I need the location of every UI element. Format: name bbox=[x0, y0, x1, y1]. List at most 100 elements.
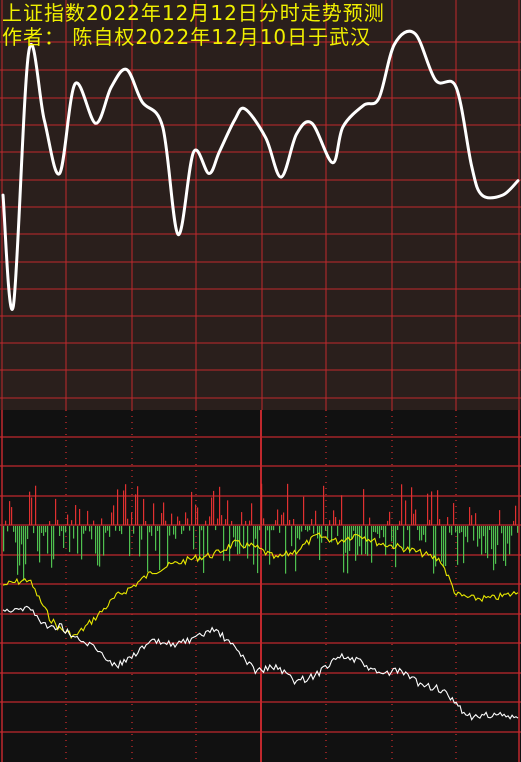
volume-bar-down bbox=[239, 526, 241, 554]
volume-bar-up bbox=[241, 512, 243, 525]
volume-bar-down bbox=[273, 526, 275, 531]
volume-bar-down bbox=[511, 526, 513, 536]
volume-bar-up bbox=[275, 520, 277, 525]
volume-bar-down bbox=[107, 526, 109, 531]
volume-bar-down bbox=[69, 526, 71, 553]
volume-bar-up bbox=[79, 508, 81, 525]
volume-bar-up bbox=[263, 518, 265, 525]
volume-bar-up bbox=[49, 520, 51, 525]
volume-bar-up bbox=[315, 510, 317, 525]
volume-bar-down bbox=[451, 526, 453, 536]
volume-bar-up bbox=[369, 517, 371, 525]
volume-bar-up bbox=[281, 514, 283, 525]
volume-bar-up bbox=[217, 518, 219, 525]
volume-bar-down bbox=[73, 526, 75, 539]
volume-bar-up bbox=[125, 484, 127, 525]
volume-bar-down bbox=[295, 526, 297, 572]
volume-bar-up bbox=[195, 504, 197, 525]
volume-bar-up bbox=[55, 498, 57, 525]
volume-bar-down bbox=[257, 526, 259, 574]
volume-bar-down bbox=[199, 526, 201, 561]
volume-bar-up bbox=[329, 520, 331, 525]
volume-bar-down bbox=[51, 526, 53, 568]
volume-bar-up bbox=[363, 489, 365, 525]
volume-bar-up bbox=[209, 516, 211, 525]
volume-bar-up bbox=[341, 495, 343, 525]
volume-bar-up bbox=[185, 512, 187, 525]
volume-bar-up bbox=[11, 507, 13, 525]
volume-bar-down bbox=[37, 526, 39, 552]
volume-bar-down bbox=[353, 526, 355, 531]
volume-bar-up bbox=[187, 518, 189, 525]
volume-bar-down bbox=[503, 526, 505, 561]
volume-bar-down bbox=[305, 526, 307, 531]
volume-bar-up bbox=[93, 520, 95, 525]
volume-bar-down bbox=[449, 526, 451, 533]
volume-bar-up bbox=[399, 520, 401, 525]
volume-bar-down bbox=[309, 526, 311, 531]
volume-bar-up bbox=[413, 513, 415, 525]
volume-bar-up bbox=[439, 519, 441, 525]
volume-bar-down bbox=[109, 526, 111, 537]
volume-bar-down bbox=[157, 526, 159, 531]
volume-bar-down bbox=[47, 526, 49, 554]
volume-bar-up bbox=[205, 520, 207, 525]
volume-bar-down bbox=[129, 526, 131, 557]
volume-bar-down bbox=[505, 526, 507, 566]
volume-bar-down bbox=[141, 526, 143, 540]
volume-bar-down bbox=[33, 526, 35, 534]
volume-bar-up bbox=[213, 490, 215, 525]
volume-bar-up bbox=[177, 516, 179, 525]
volume-bar-down bbox=[247, 526, 249, 559]
volume-bar-up bbox=[231, 520, 233, 525]
volume-bar-down bbox=[465, 526, 467, 537]
volume-bar-down bbox=[183, 526, 185, 531]
volume-bar-down bbox=[41, 526, 43, 533]
volume-bar-down bbox=[445, 526, 447, 567]
volume-bar-up bbox=[339, 519, 341, 525]
volume-bar-up bbox=[405, 500, 407, 525]
volume-bar-up bbox=[401, 484, 403, 525]
volume-bar-down bbox=[159, 526, 161, 571]
chart-canvas bbox=[0, 0, 521, 762]
volume-bar-down bbox=[223, 526, 225, 561]
volume-bar-down bbox=[307, 526, 309, 532]
volume-bar-down bbox=[325, 526, 327, 531]
volume-bar-up bbox=[145, 520, 147, 525]
volume-bar-down bbox=[139, 526, 141, 557]
volume-bar-up bbox=[221, 515, 223, 525]
volume-bar-down bbox=[319, 526, 321, 561]
volume-bar-up bbox=[277, 509, 279, 525]
volume-bar-down bbox=[3, 526, 5, 552]
volume-bar-down bbox=[133, 526, 135, 534]
volume-bar-down bbox=[313, 526, 315, 534]
forecast-panel-bg bbox=[0, 0, 521, 410]
volume-bar-down bbox=[215, 526, 217, 531]
volume-bar-up bbox=[197, 507, 199, 525]
volume-bar-up bbox=[57, 519, 59, 525]
volume-bar-up bbox=[135, 494, 137, 525]
volume-bar-down bbox=[173, 526, 175, 535]
volume-bar-up bbox=[137, 486, 139, 525]
volume-bar-up bbox=[283, 512, 285, 525]
volume-bar-down bbox=[151, 526, 153, 536]
volume-bar-up bbox=[515, 505, 517, 525]
volume-bar-down bbox=[167, 526, 169, 566]
volume-bar-down bbox=[169, 526, 171, 536]
volume-bar-up bbox=[165, 520, 167, 525]
volume-bar-up bbox=[227, 500, 229, 525]
volume-bar-down bbox=[321, 526, 323, 543]
volume-bar-down bbox=[25, 526, 27, 565]
volume-bar-down bbox=[269, 526, 271, 565]
volume-bar-down bbox=[301, 526, 303, 532]
volume-bar-down bbox=[403, 526, 405, 550]
volume-bar-up bbox=[35, 485, 37, 525]
volume-bar-down bbox=[385, 526, 387, 556]
volume-bar-down bbox=[149, 526, 151, 533]
volume-bar-down bbox=[517, 526, 519, 533]
volume-bar-up bbox=[75, 505, 77, 525]
volume-bar-up bbox=[431, 491, 433, 525]
volume-bar-down bbox=[485, 526, 487, 554]
volume-bar-up bbox=[171, 513, 173, 525]
volume-bar-down bbox=[85, 526, 87, 531]
